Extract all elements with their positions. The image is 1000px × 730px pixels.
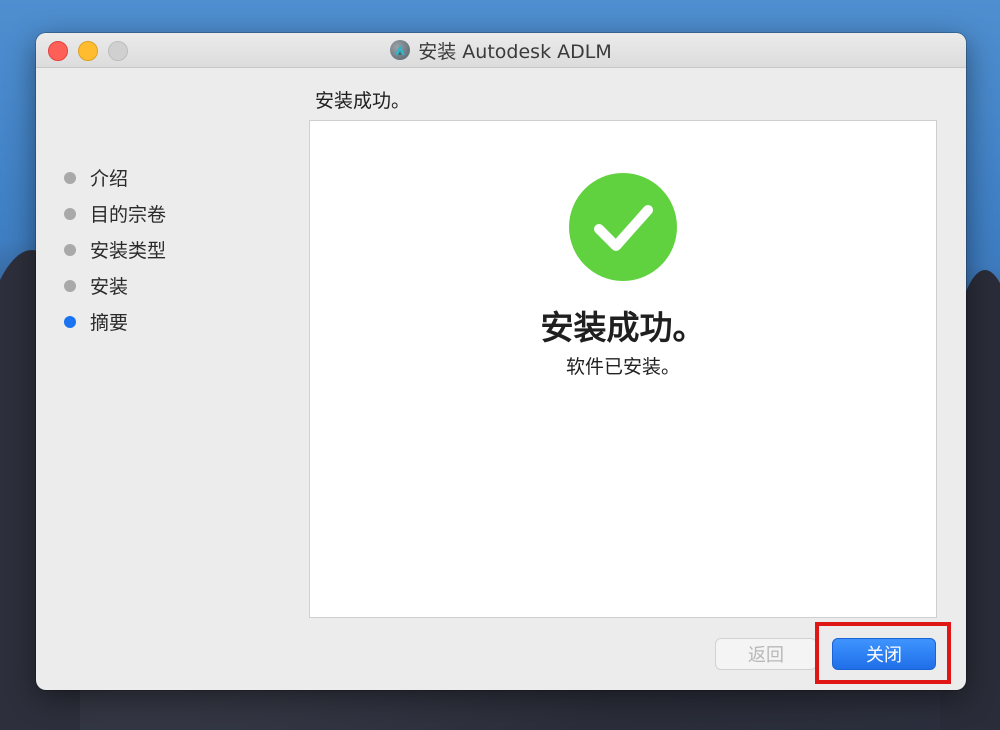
- installer-window: 安装 Autodesk ADLM 介绍 目的宗卷 安装类型 安装 摘要 安装成功…: [36, 33, 966, 690]
- checkmark-icon: [594, 205, 653, 251]
- highlight-annotation: [815, 622, 951, 684]
- content-panel: 安装成功。 软件已安装。: [309, 120, 937, 618]
- page-heading: 安装成功。: [315, 90, 411, 112]
- sidebar-step-summary: 摘要: [64, 308, 128, 335]
- window-title: 安装 Autodesk ADLM: [418, 40, 612, 63]
- active-step-dot-icon: [64, 315, 76, 328]
- success-title: 安装成功。: [540, 308, 706, 347]
- success-subtitle: 软件已安装。: [565, 356, 680, 378]
- step-label: 安装: [90, 276, 129, 298]
- step-label: 介绍: [90, 168, 129, 190]
- steps-sidebar: 介绍 目的宗卷 安装类型 安装 摘要: [36, 68, 306, 628]
- title-wrap: 安装 Autodesk ADLM: [36, 33, 966, 67]
- title-bar[interactable]: 安装 Autodesk ADLM: [36, 33, 966, 68]
- sidebar-step-install: 安装: [64, 272, 128, 299]
- back-button[interactable]: 返回: [715, 638, 817, 670]
- sidebar-step-install-type: 安装类型: [64, 236, 166, 263]
- step-dot-icon: [64, 171, 76, 184]
- sidebar-step-intro: 介绍: [64, 164, 128, 191]
- step-label: 摘要: [90, 312, 129, 334]
- sidebar-step-destination: 目的宗卷: [64, 200, 166, 227]
- step-label: 目的宗卷: [90, 204, 167, 226]
- success-badge: [569, 173, 677, 281]
- autodesk-icon: [390, 40, 411, 60]
- step-dot-icon: [64, 279, 76, 292]
- step-label: 安装类型: [90, 240, 167, 262]
- step-dot-icon: [64, 243, 76, 256]
- step-dot-icon: [64, 207, 76, 220]
